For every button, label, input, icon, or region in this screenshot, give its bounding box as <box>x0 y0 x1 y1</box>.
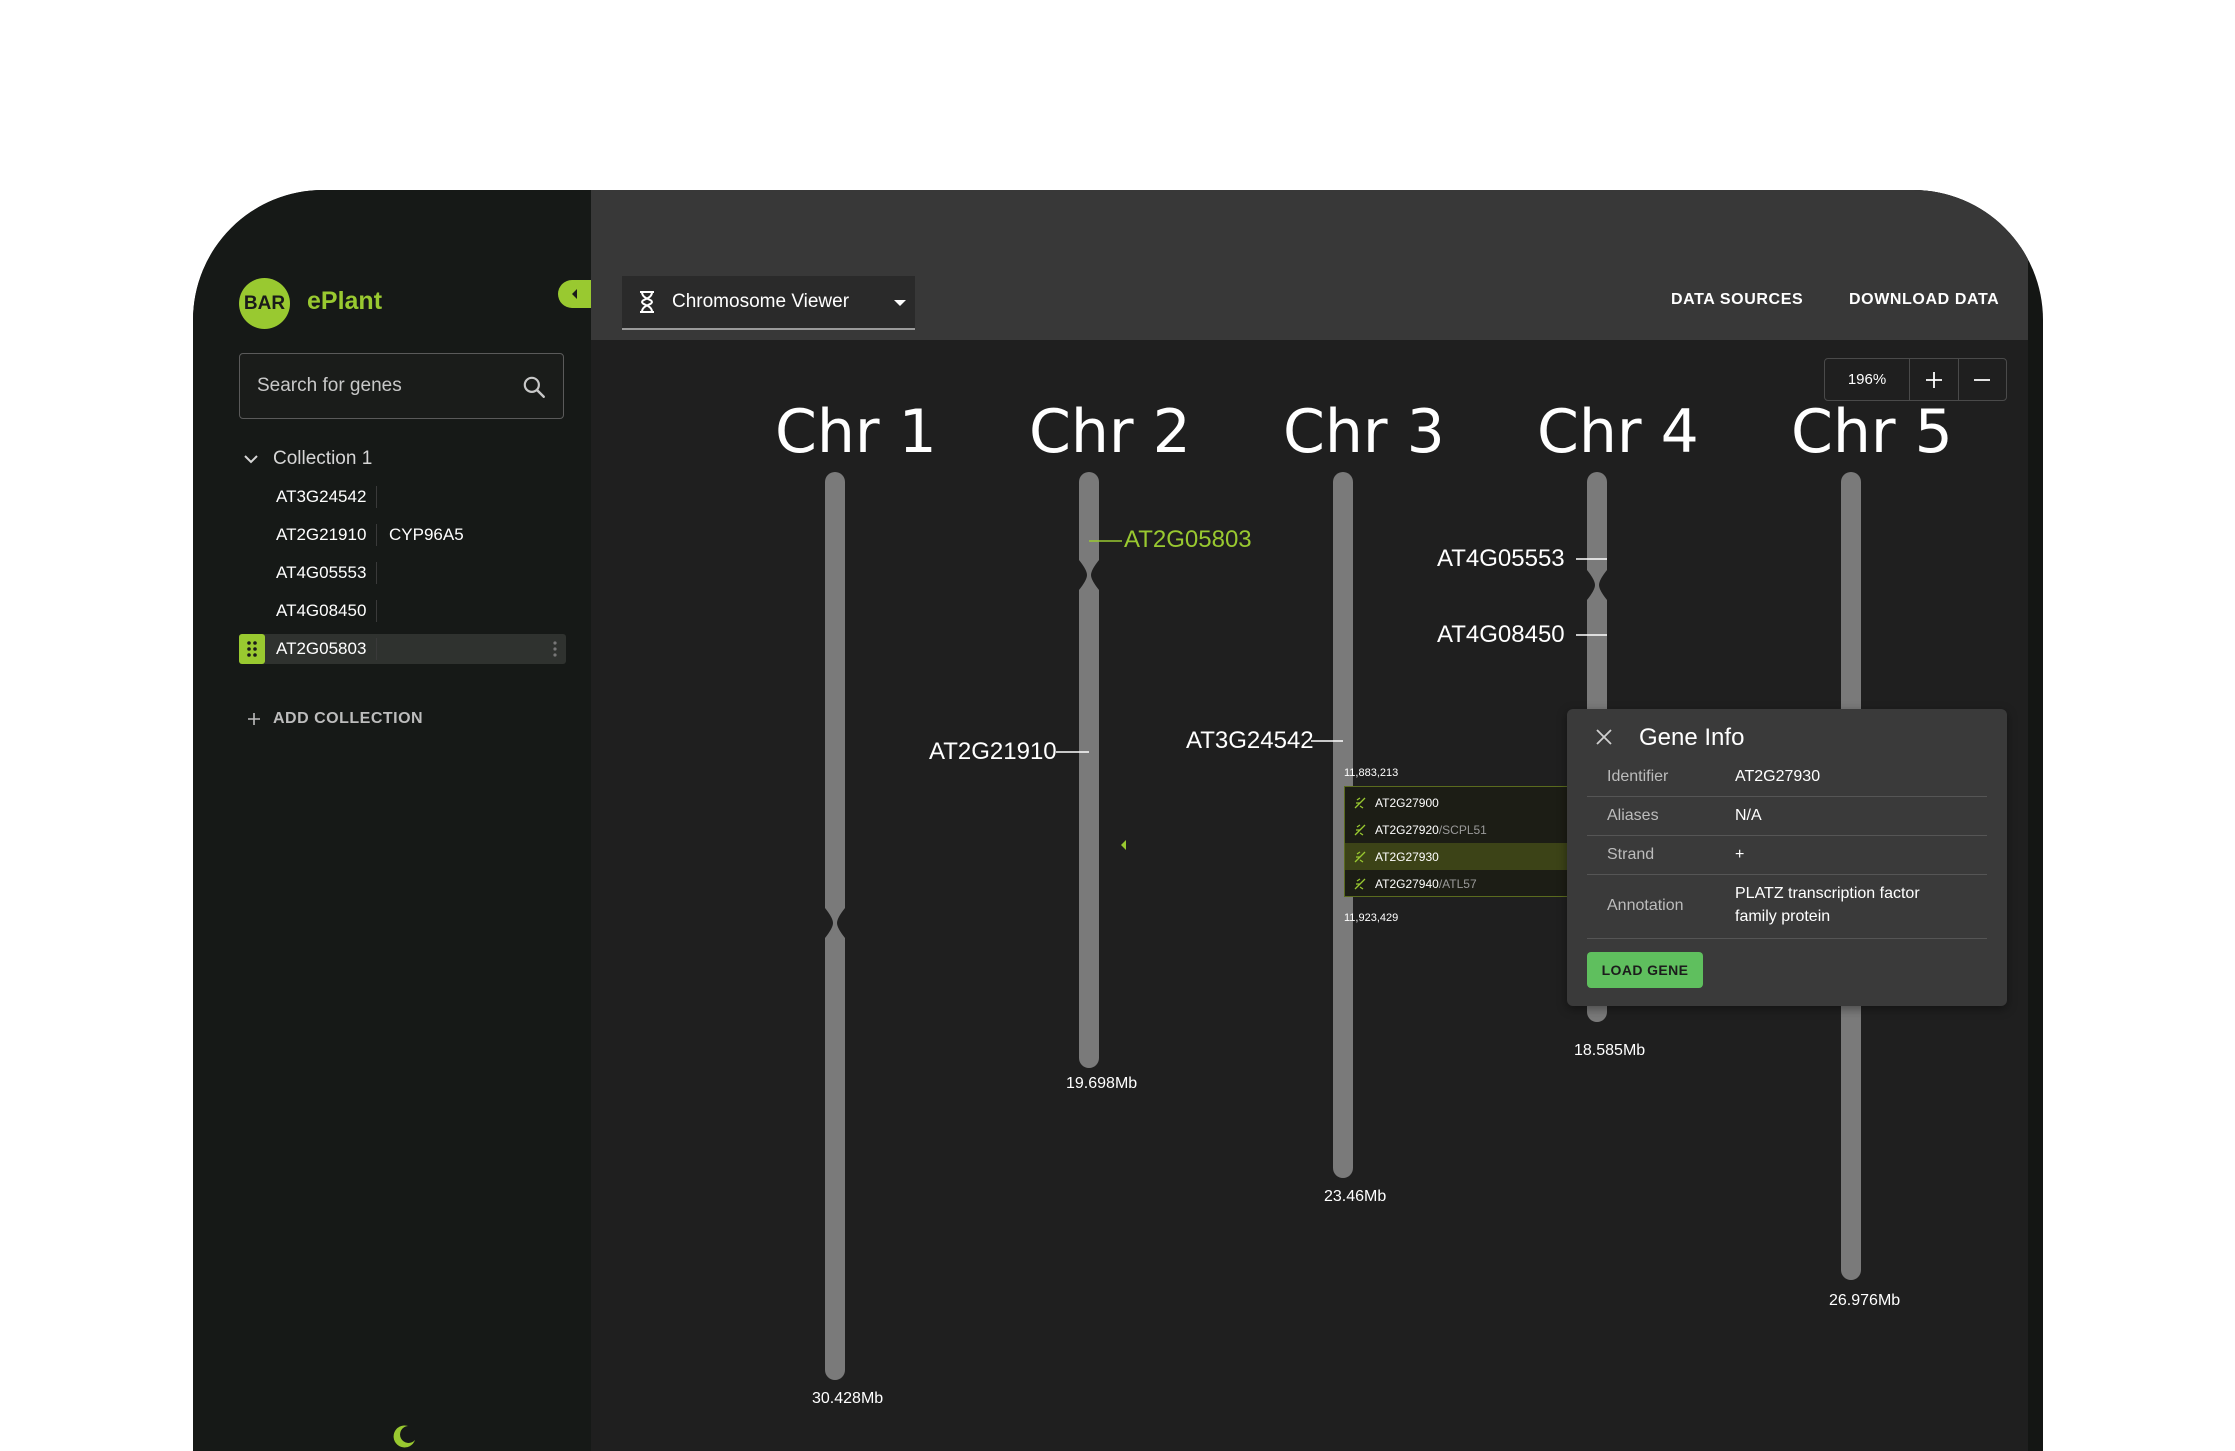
region-gene-row[interactable]: AT2G27900 <box>1345 789 1568 816</box>
chromosome-2-bar <box>1079 472 1099 1068</box>
region-gene-alias: /SCPL51 <box>1438 822 1487 837</box>
info-key: Identifier <box>1607 768 1669 785</box>
gene-marker-label[interactable]: AT3G24542 <box>1186 727 1314 755</box>
gene-id: AT4G05553 <box>276 563 367 582</box>
gene-marker-label[interactable]: AT4G08450 <box>1437 621 1565 649</box>
collection-title: Collection 1 <box>273 448 373 469</box>
add-collection-button[interactable]: ADD COLLECTION <box>247 710 423 728</box>
collection-gene-item[interactable]: AT4G05553 <box>239 558 566 588</box>
chromosome-length: 19.698Mb <box>1066 1075 1138 1092</box>
chromosome-length: 26.976Mb <box>1829 1292 1901 1309</box>
bar-logo[interactable]: BAR <box>239 278 290 329</box>
info-row: Strand + <box>1587 836 1987 875</box>
info-key: Aliases <box>1607 807 1659 824</box>
info-row: Aliases N/A <box>1587 797 1987 836</box>
main-panel: Chromosome Viewer DATA SOURCES DOWNLOAD … <box>591 190 2028 1451</box>
collection-gene-item[interactable]: AT2G21910 CYP96A5 <box>239 520 566 550</box>
collapse-sidebar-button[interactable] <box>558 280 591 308</box>
gene-alias <box>376 562 389 584</box>
app-name: ePlant <box>307 287 383 315</box>
gene-marker-label[interactable]: AT2G05803 <box>1124 526 1252 554</box>
collection-gene-item[interactable]: AT3G24542 <box>239 482 566 512</box>
info-value: + <box>1735 846 1745 863</box>
gene-id: AT4G08450 <box>276 601 367 620</box>
search-placeholder: Search for genes <box>257 375 402 396</box>
gene-alias <box>376 600 389 622</box>
chromosome-length: 30.428Mb <box>812 1390 884 1407</box>
gene-id: AT2G21910 <box>276 525 367 544</box>
chromosome-1-bar <box>825 472 845 1380</box>
add-collection-label: ADD COLLECTION <box>273 710 424 727</box>
load-gene-button[interactable]: LOAD GENE <box>1587 952 1703 988</box>
region-gene-row[interactable]: AT2G27920/SCPL51 <box>1345 816 1568 843</box>
info-key: Annotation <box>1607 897 1684 914</box>
info-value: AT2G27930 <box>1735 768 1821 785</box>
region-gene-id: AT2G27940 <box>1375 876 1439 891</box>
plus-icon <box>248 713 260 725</box>
region-gene-list: AT2G27900 AT2G27920/SCPL51 AT2G27930 AT2… <box>1344 786 1568 897</box>
region-gene-row-highlighted[interactable]: AT2G27930 <box>1345 843 1568 870</box>
gene-alias: CYP96A5 <box>376 524 464 546</box>
gene-alias <box>376 638 389 660</box>
collection-gene-item-selected[interactable]: AT2G05803 <box>239 634 566 664</box>
gene-marker-label[interactable]: AT4G05553 <box>1437 545 1565 573</box>
dark-mode-moon-icon[interactable] <box>390 1422 418 1450</box>
region-start: 11,883,213 <box>1344 767 1399 779</box>
region-gene-id: AT2G27920 <box>1375 822 1439 837</box>
region-gene-row[interactable]: AT2G27940/ATL57 <box>1345 870 1568 897</box>
gene-alias <box>376 486 389 508</box>
region-pointer-icon <box>1121 840 1126 850</box>
gene-info-title: Gene Info <box>1639 724 1745 751</box>
chevron-down-icon[interactable] <box>243 454 259 464</box>
info-key: Strand <box>1607 846 1655 863</box>
info-value: N/A <box>1735 807 1762 824</box>
gene-info-popup: Gene Info Identifier AT2G27930 Aliases N… <box>1567 709 2007 1006</box>
chevron-left-icon <box>571 289 577 299</box>
gene-id: AT2G05803 <box>276 639 367 658</box>
chromosome-length: 18.585Mb <box>1574 1042 1646 1059</box>
gene-icon <box>1354 850 1366 863</box>
gene-search-field[interactable]: Search for genes <box>239 353 564 419</box>
close-icon[interactable] <box>1595 728 1613 746</box>
collection-header[interactable]: Collection 1 <box>243 448 372 470</box>
region-gene-id: AT2G27930 <box>1375 849 1439 864</box>
info-value: PLATZ transcription factor family protei… <box>1735 885 1920 925</box>
app-window: BAR ePlant Search for genes Collection 1… <box>193 190 2043 1451</box>
gene-icon <box>1354 877 1366 890</box>
gene-icon <box>1354 796 1366 809</box>
region-gene-id: AT2G27900 <box>1375 795 1439 810</box>
gene-id: AT3G24542 <box>276 487 367 506</box>
more-vertical-icon[interactable] <box>552 640 558 658</box>
gene-icon <box>1354 823 1366 836</box>
search-icon[interactable] <box>521 374 547 400</box>
region-end: 11,923,429 <box>1344 912 1399 924</box>
drag-handle-icon[interactable] <box>239 634 265 664</box>
collection-gene-item[interactable]: AT4G08450 <box>239 596 566 626</box>
sidebar: BAR ePlant Search for genes Collection 1… <box>193 190 591 1451</box>
chromosome-length: 23.46Mb <box>1324 1188 1387 1205</box>
gene-marker-label[interactable]: AT2G21910 <box>929 738 1057 766</box>
region-gene-alias: /ATL57 <box>1438 876 1477 891</box>
info-row: Identifier AT2G27930 <box>1587 757 1987 797</box>
info-row: Annotation PLATZ transcription factor fa… <box>1587 875 1987 939</box>
